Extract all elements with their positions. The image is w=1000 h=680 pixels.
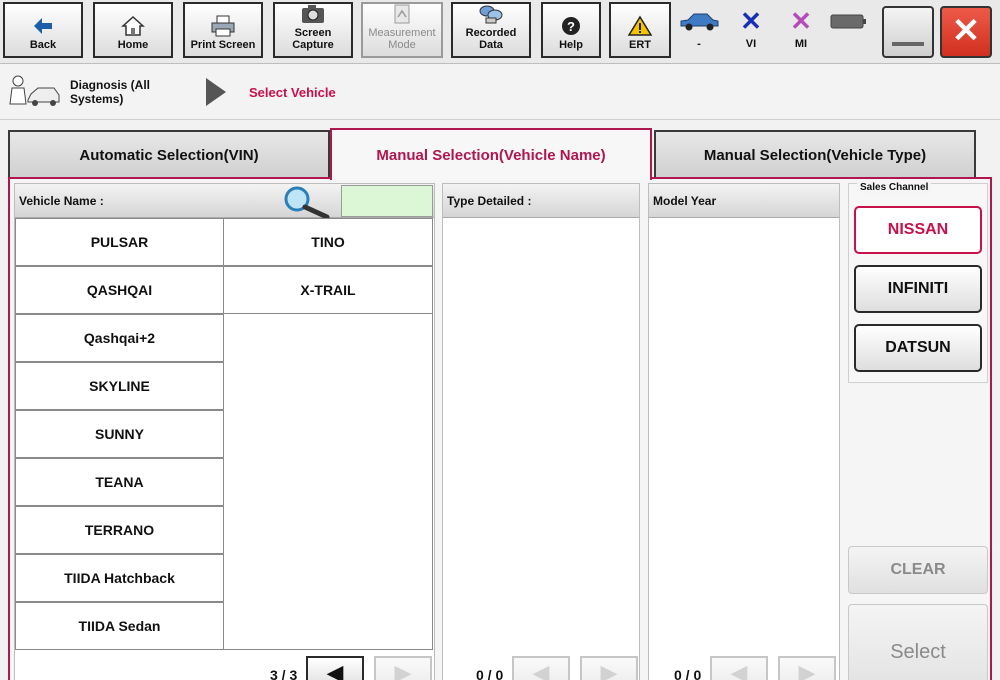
- triangle-left-icon: ◀: [326, 660, 344, 680]
- back-button[interactable]: Back: [3, 2, 83, 58]
- home-icon: [120, 15, 146, 37]
- vehicle-item[interactable]: TIIDA Hatchback: [15, 554, 224, 602]
- camera-icon: [300, 3, 326, 25]
- vehicle-item[interactable]: SKYLINE: [15, 362, 224, 410]
- print-screen-button[interactable]: Print Screen: [183, 2, 263, 58]
- tab-automatic-selection-vin[interactable]: Automatic Selection(VIN): [8, 130, 330, 178]
- minimize-icon: [892, 42, 924, 46]
- vehicle-item[interactable]: Qashqai+2: [15, 314, 224, 362]
- vehicle-item[interactable]: X-TRAIL: [223, 266, 433, 314]
- home-button[interactable]: Home: [93, 2, 173, 58]
- vehicle-list-next-button[interactable]: ▶: [374, 656, 432, 680]
- warning-icon: [627, 15, 653, 37]
- type-detailed-header: Type Detailed :: [443, 184, 639, 218]
- vehicle-name-search-input[interactable]: [341, 185, 433, 217]
- model-year-header: Model Year: [649, 184, 839, 218]
- mi-x-icon: ✕: [790, 6, 812, 36]
- vehicle-item[interactable]: TEANA: [15, 458, 224, 506]
- vehicle-status: -: [676, 4, 722, 58]
- breadcrumb-arrow-icon: [206, 78, 226, 106]
- vi-x-icon: ✕: [740, 6, 762, 36]
- sales-channel-datsun-button[interactable]: DATSUN: [854, 324, 982, 372]
- triangle-right-icon: ▶: [394, 660, 412, 680]
- tab-manual-selection-vehicle-name[interactable]: Manual Selection(Vehicle Name): [330, 128, 652, 180]
- breadcrumb-diagnosis[interactable]: Diagnosis (All Systems): [70, 78, 190, 106]
- minimize-button[interactable]: [882, 6, 934, 58]
- recorded-data-icon: [478, 3, 504, 25]
- screen-capture-button[interactable]: Screen Capture: [273, 2, 353, 58]
- model-year-page-indicator: 0 / 0: [674, 667, 702, 680]
- vehicle-list-prev-button[interactable]: ◀: [306, 656, 364, 680]
- vi-status: ✕ VI: [740, 6, 762, 50]
- model-year-prev-button[interactable]: ◀: [710, 656, 768, 680]
- vehicle-list-empty-area: [223, 314, 433, 650]
- battery-status: [826, 4, 872, 58]
- vehicle-item[interactable]: TINO: [223, 218, 433, 266]
- close-button[interactable]: ✕: [940, 6, 992, 58]
- mi-status: ✕ MI: [790, 6, 812, 50]
- battery-icon: [829, 4, 869, 38]
- triangle-left-icon: ◀: [730, 660, 748, 680]
- help-icon: ?: [558, 15, 584, 37]
- vehicle-item[interactable]: SUNNY: [15, 410, 224, 458]
- sales-channel-legend: Sales Channel: [857, 182, 932, 193]
- select-button[interactable]: Select: [848, 604, 988, 680]
- sales-channel-infiniti-button[interactable]: INFINITI: [854, 265, 982, 313]
- close-icon: ✕: [951, 12, 981, 50]
- model-year-next-button[interactable]: ▶: [778, 656, 836, 680]
- triangle-right-icon: ▶: [600, 660, 618, 680]
- back-arrow-icon: [30, 15, 56, 37]
- vehicle-status-area: - ✕ VI ✕ MI: [676, 4, 876, 58]
- vehicle-item[interactable]: QASHQAI: [15, 266, 224, 314]
- mechanic-car-icon: [6, 72, 62, 117]
- type-detailed-next-button[interactable]: ▶: [580, 656, 638, 680]
- sales-channel-group: Sales Channel NISSAN INFINITI DATSUN: [848, 182, 988, 383]
- recorded-data-button[interactable]: Recorded Data: [451, 2, 531, 58]
- breadcrumb: Diagnosis (All Systems) Select Vehicle: [0, 64, 1000, 120]
- measurement-mode-button[interactable]: Measurement Mode: [361, 2, 443, 58]
- car-icon: [677, 4, 721, 38]
- printer-icon: [210, 15, 236, 37]
- model-year-list: Model Year: [648, 183, 840, 680]
- type-detailed-page-indicator: 0 / 0: [476, 667, 504, 680]
- vehicle-name-list: Vehicle Name : PULSAR QASHQAI Qashqai+2 …: [14, 183, 435, 680]
- vehicle-list-page-indicator: 3 / 3: [270, 667, 298, 680]
- help-button[interactable]: ? Help: [541, 2, 601, 58]
- toolbar: Back Home Print Screen Screen Capture Me…: [0, 0, 1000, 64]
- vehicle-item[interactable]: PULSAR: [15, 218, 224, 266]
- vehicle-item[interactable]: TERRANO: [15, 506, 224, 554]
- type-detailed-prev-button[interactable]: ◀: [512, 656, 570, 680]
- triangle-left-icon: ◀: [532, 660, 550, 680]
- type-detailed-list: Type Detailed :: [442, 183, 640, 680]
- triangle-right-icon: ▶: [798, 660, 816, 680]
- sales-channel-nissan-button[interactable]: NISSAN: [854, 206, 982, 254]
- tab-manual-selection-vehicle-type[interactable]: Manual Selection(Vehicle Type): [654, 130, 976, 178]
- breadcrumb-select-vehicle: Select Vehicle: [249, 85, 336, 100]
- clear-button[interactable]: CLEAR: [848, 546, 988, 594]
- vehicle-selection-panel: Vehicle Name : PULSAR QASHQAI Qashqai+2 …: [8, 177, 992, 680]
- svg-text:?: ?: [567, 19, 575, 34]
- measurement-icon: [389, 3, 415, 25]
- ert-button[interactable]: ERT: [609, 2, 671, 58]
- vehicle-item[interactable]: TIIDA Sedan: [15, 602, 224, 650]
